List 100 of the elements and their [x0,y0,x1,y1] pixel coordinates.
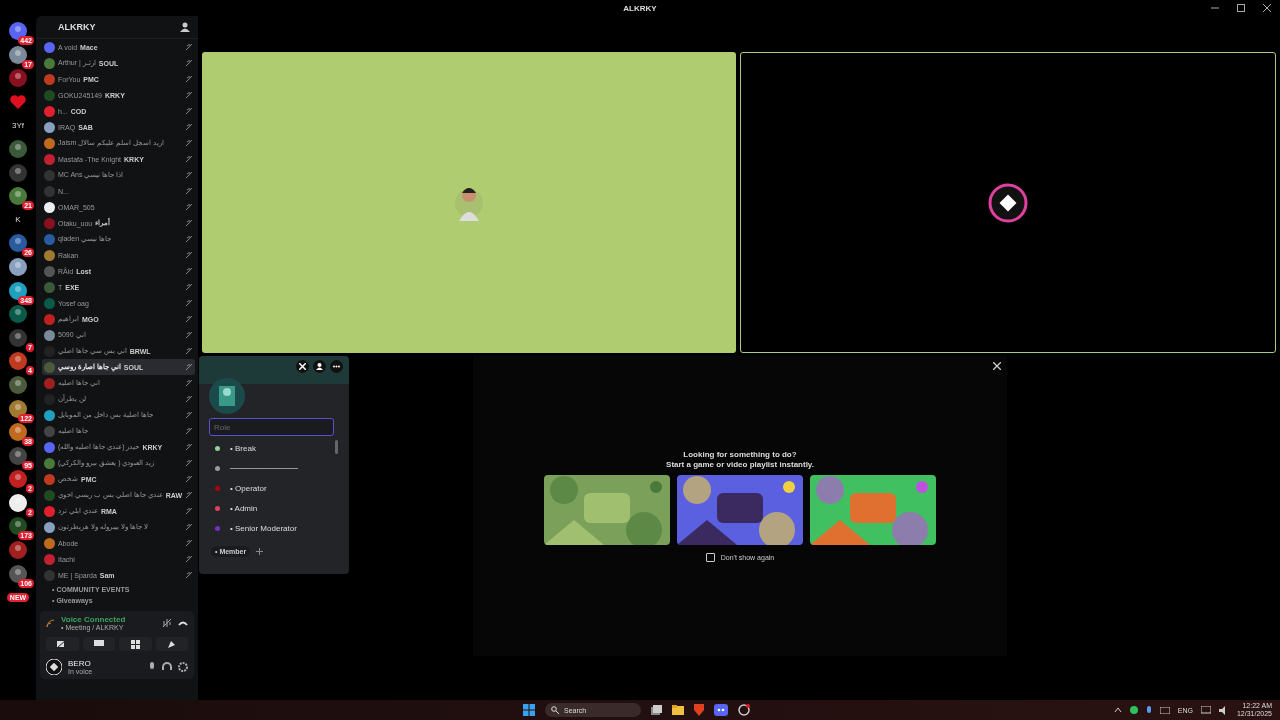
server-icon[interactable] [9,375,27,394]
deafened-icon [185,59,193,67]
keyboard-icon[interactable] [1159,706,1170,714]
deafened-icon [185,155,193,163]
screen-share-button[interactable] [82,637,115,651]
deafened-icon [185,363,193,371]
avatar [44,297,55,309]
more-icon [333,365,340,368]
microphone-icon[interactable] [1145,705,1152,715]
scrollbar[interactable] [335,440,338,454]
avatar [44,505,55,517]
avatar [44,217,55,229]
close-icon[interactable] [993,362,1001,370]
deafened-icon [185,411,193,419]
deafened-icon [185,91,193,99]
more-button[interactable] [330,360,343,373]
deafened-icon [185,43,193,51]
avatar [44,425,55,437]
app-icon[interactable] [738,704,750,716]
invite-icon[interactable] [180,22,190,32]
server-icon[interactable] [9,22,27,40]
avatar [44,329,55,341]
deafened-icon [185,75,193,83]
deafened-icon [185,251,193,259]
avatar [44,121,55,133]
avatar [44,281,55,293]
role-option[interactable]: • Admin [209,498,334,518]
network-icon[interactable] [1200,705,1211,715]
deafened-icon [185,459,193,467]
server-icon[interactable] [9,564,27,583]
chevron-icon[interactable] [1113,707,1122,713]
video-tile[interactable] [740,52,1276,353]
deafened-icon [185,267,193,275]
role-option[interactable]: • Break [209,438,334,458]
microphone-icon[interactable] [148,662,156,672]
avatar [44,377,55,389]
close-icon[interactable] [1262,3,1272,13]
avatar [44,457,55,469]
server-icon[interactable] [9,352,27,371]
folder-icon[interactable] [672,705,684,715]
server-icon[interactable] [9,399,27,418]
server-icon[interactable] [9,305,27,324]
profile-button[interactable] [313,360,326,373]
deafened-icon [185,187,193,195]
role-option[interactable]: ──────────── [209,458,334,478]
close-button[interactable] [296,360,309,373]
server-icon[interactable] [9,45,27,64]
video-tile[interactable] [202,52,736,353]
server-icon[interactable] [9,257,27,276]
user-avatar[interactable] [46,659,62,675]
headphones-icon[interactable] [162,662,172,672]
role-search-field[interactable]: Role [209,418,334,436]
window-title: ALKRKY [623,3,657,13]
settings-icon[interactable] [178,662,188,672]
role-option[interactable]: • Senior Moderator [209,518,334,538]
role-option[interactable]: • Operator [209,478,334,498]
maximize-icon[interactable] [1236,3,1246,13]
deafened-icon [185,171,193,179]
deafened-icon [185,123,193,131]
deafened-icon [185,283,193,291]
status-icon[interactable] [1129,706,1138,714]
windows-start-icon[interactable] [523,704,535,716]
heart-icon[interactable] [9,93,27,110]
soundboard-icon [166,639,177,649]
search-icon [551,706,559,714]
deafened-icon [185,571,193,579]
server-icon[interactable] [9,139,27,158]
server-icon[interactable]: K [15,215,21,225]
avatar [44,473,55,485]
person-icon [316,363,323,370]
avatar [44,569,55,581]
avatar [44,73,55,85]
soundboard-button[interactable] [155,637,188,651]
deafened-icon [185,443,193,451]
user-avatar [988,182,1028,223]
server-icon[interactable] [9,281,27,300]
server-icon[interactable] [9,493,27,512]
deafened-icon [185,139,193,147]
avatar [44,553,55,565]
task-view-icon[interactable] [651,704,662,716]
server-name[interactable]: ALKRKY [58,22,96,32]
deafened-icon [185,107,193,115]
avatar [44,57,55,69]
activities-button[interactable] [119,637,152,651]
screen-icon [93,640,104,648]
voice-status: Voice Connected [61,615,127,624]
avatar [44,233,55,245]
avatar [44,265,55,277]
add-icon[interactable] [256,548,264,555]
server-icon[interactable] [9,470,27,489]
signal-icon [46,618,55,628]
deafened-icon [185,507,193,515]
server-icon[interactable]: 3Yf [12,120,24,130]
chat-app-icon[interactable] [714,704,728,716]
camera-button[interactable] [46,637,79,651]
avatar [44,489,55,501]
deafened-icon [185,539,193,547]
noise-icon[interactable] [162,618,172,628]
avatar [44,409,55,421]
avatar [44,185,55,197]
